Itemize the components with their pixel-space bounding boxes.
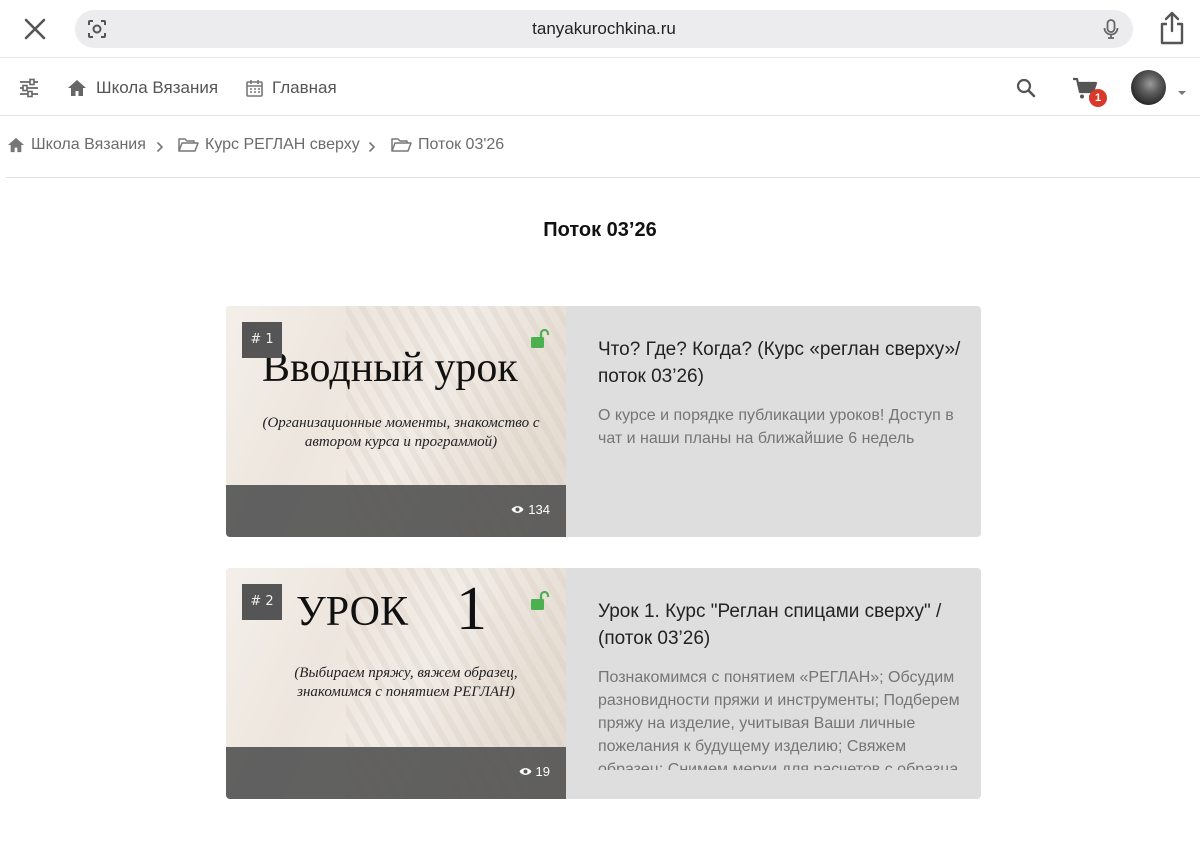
divider	[6, 177, 1200, 178]
lesson-description: О курсе и порядке публикации уроков! Дос…	[598, 407, 954, 447]
page-title: Поток 03’26	[543, 219, 657, 241]
breadcrumb-stream[interactable]: Поток 03'26	[391, 117, 504, 173]
lesson-info: Что? Где? Когда? (Курс «реглан сверху»/ …	[598, 336, 966, 450]
chevron-right-icon	[368, 140, 376, 153]
breadcrumb-course[interactable]: Курс РЕГЛАН сверху	[178, 117, 360, 173]
eye-icon	[519, 768, 532, 775]
views-value: 134	[528, 502, 550, 517]
unlock-icon	[530, 590, 552, 612]
lesson-title[interactable]: Что? Где? Когда? (Курс «реглан сверху»/ …	[598, 336, 966, 390]
thumbnail-number: 1	[456, 575, 487, 643]
browser-toolbar: tanyakurochkina.ru	[0, 0, 1200, 58]
folder-open-icon	[391, 138, 412, 152]
share-icon[interactable]	[1156, 10, 1188, 46]
avatar[interactable]	[1131, 70, 1166, 105]
breadcrumb-label: Школа Вязания	[31, 136, 146, 153]
breadcrumb: Школа Вязания Курс РЕГЛАН сверху Поток 0…	[0, 117, 1200, 177]
filter-settings-icon[interactable]	[18, 77, 40, 99]
thumbnail-title: Вводный урок	[262, 345, 518, 391]
nav-home-label: Главная	[272, 77, 337, 97]
lesson-title[interactable]: Урок 1. Курс "Реглан спицами сверху" / (…	[598, 598, 966, 652]
lesson-thumbnail[interactable]: Вводный урок (Организационные моменты, з…	[226, 306, 566, 537]
nav-school-label: Школа Вязания	[96, 77, 219, 97]
lesson-number-badge: # 2	[242, 584, 282, 620]
chevron-right-icon	[156, 140, 164, 153]
cart-count-badge: 1	[1089, 89, 1107, 107]
calendar-icon	[246, 79, 263, 97]
nav-school-link[interactable]: Школа Вязания	[67, 59, 218, 116]
home-icon	[68, 79, 86, 96]
thumbnail-subtitle: (Выбираем пряжу, вяжем образец, знакомим…	[294, 665, 518, 700]
address-bar[interactable]: tanyakurochkina.ru	[75, 10, 1133, 48]
unlock-icon	[530, 328, 552, 350]
folder-open-icon	[178, 138, 199, 152]
thumbnail-title: УРОК	[296, 589, 408, 635]
chevron-down-icon[interactable]	[1177, 84, 1187, 95]
lesson-thumbnail[interactable]: УРОК 1 (Выбираем пряжу, вяжем образец, з…	[226, 568, 566, 799]
home-icon	[8, 137, 24, 153]
thumbnail-footer: 134	[226, 485, 566, 537]
breadcrumb-school[interactable]: Школа Вязания	[7, 117, 146, 173]
breadcrumb-label: Поток 03'26	[418, 136, 505, 153]
views-count: 134	[511, 502, 550, 517]
lesson-info: Урок 1. Курс "Реглан спицами сверху" / (…	[598, 598, 966, 770]
lesson-card[interactable]: Вводный урок (Организационные моменты, з…	[226, 306, 981, 537]
thumbnail-subtitle: (Организационные моменты, знакомство с а…	[262, 415, 540, 450]
views-count: 19	[519, 764, 550, 779]
lesson-number-badge: # 1	[242, 322, 282, 358]
breadcrumb-label: Курс РЕГЛАН сверху	[205, 136, 360, 153]
url-text: tanyakurochkina.ru	[532, 19, 676, 38]
views-value: 19	[535, 764, 550, 779]
thumbnail-footer: 19	[226, 747, 566, 799]
microphone-icon[interactable]	[1099, 17, 1123, 41]
eye-icon	[511, 506, 524, 513]
nav-home-link[interactable]: Главная	[246, 59, 337, 116]
lesson-description: Познакомимся с понятием «РЕГЛАН»; Обсуди…	[598, 669, 960, 770]
search-icon[interactable]	[1015, 77, 1037, 99]
close-icon[interactable]	[18, 12, 52, 46]
lesson-card[interactable]: УРОК 1 (Выбираем пряжу, вяжем образец, з…	[226, 568, 981, 799]
site-navbar: Школа Вязания Главная	[0, 59, 1200, 116]
